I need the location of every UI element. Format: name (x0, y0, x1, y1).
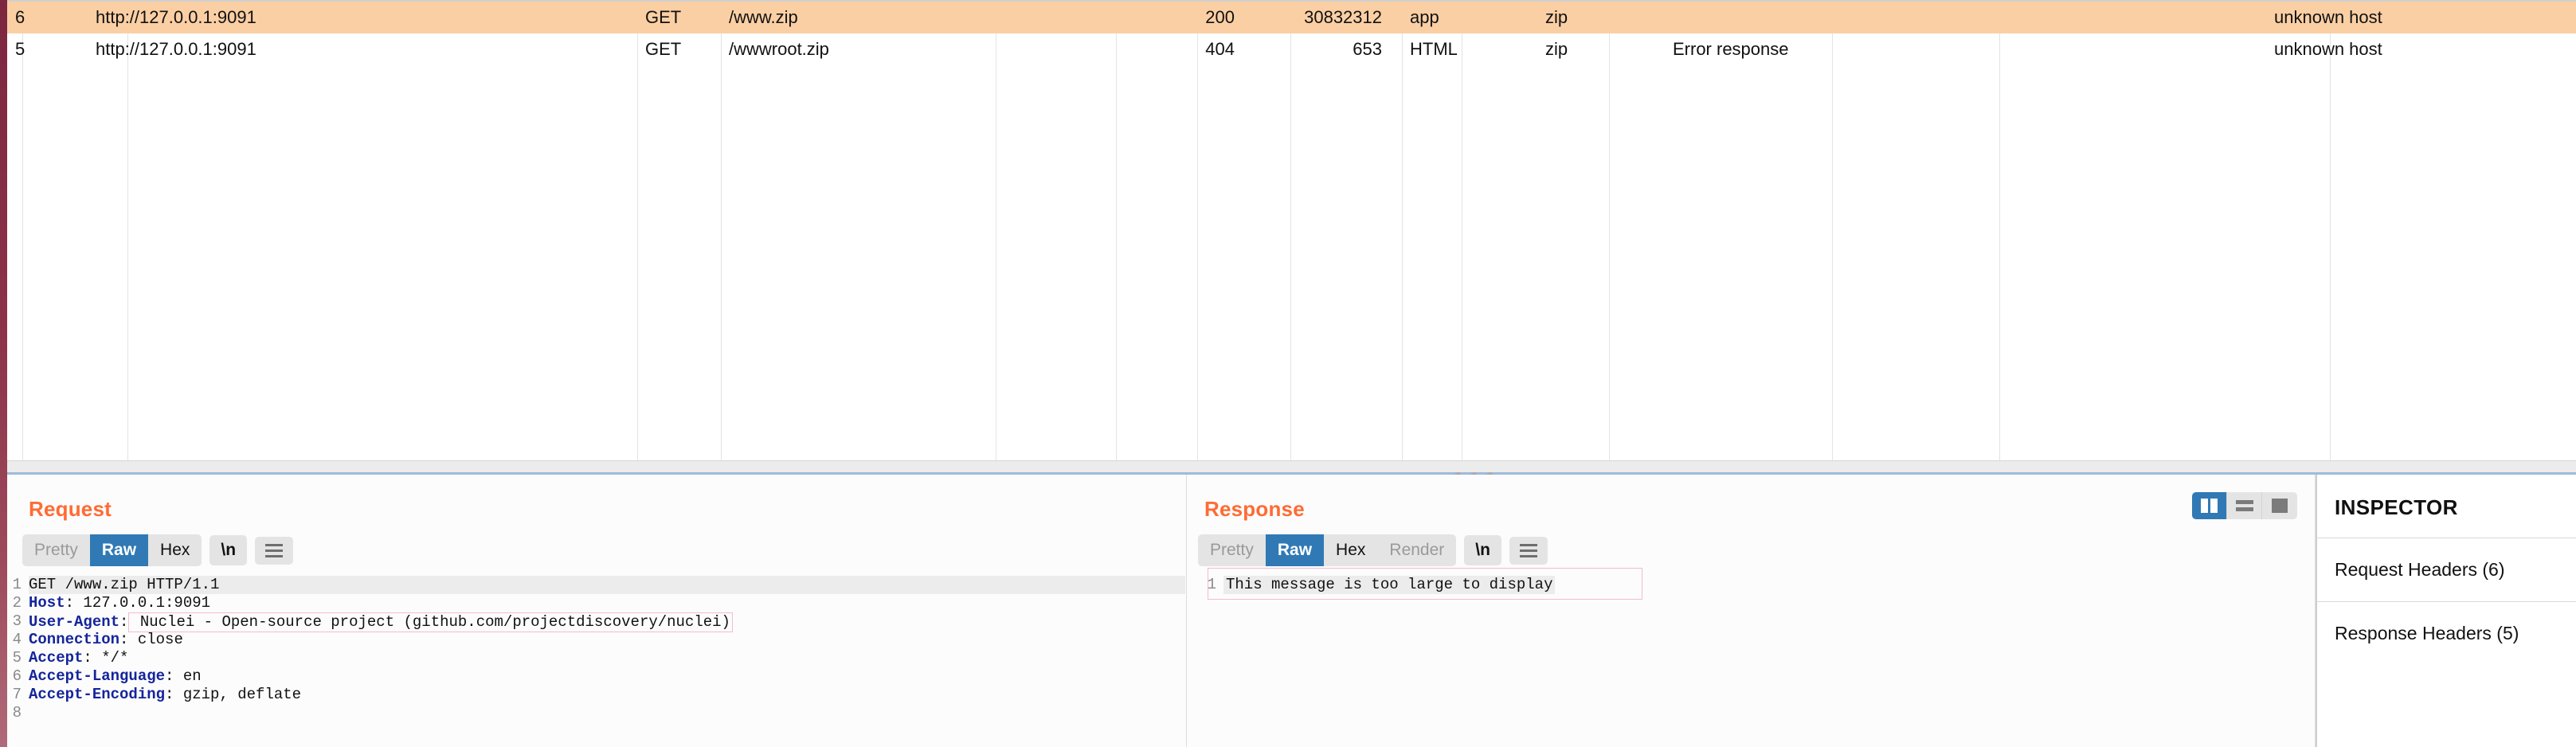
split-vertical-icon[interactable] (2192, 492, 2227, 519)
header-name: Host (29, 594, 65, 612)
cell-host: http://127.0.0.1:9091 (96, 39, 256, 59)
cell-mime: app (1410, 7, 1439, 27)
header-name: User-Agent (29, 613, 120, 632)
request-code-line: 4 Connection: close (2, 631, 1186, 649)
request-code-line: 5 Accept: */* (2, 649, 1186, 667)
request-view-tabs[interactable]: Pretty Raw Hex (22, 534, 202, 567)
cell-status: 200 (1205, 7, 1235, 27)
line-text: GET /www.zip HTTP/1.1 (29, 576, 1185, 595)
table-column-dividers (0, 2, 2576, 460)
response-view-tabs[interactable]: Pretty Raw Hex Render (1198, 534, 1457, 567)
request-newline-button[interactable]: \n (209, 535, 248, 566)
inspector-panel: INSPECTOR Request Headers (6) Response He… (2316, 475, 2576, 747)
request-code-line: 1 GET /www.zip HTTP/1.1 (2, 576, 1186, 595)
header-colon: : (165, 667, 174, 686)
line-text: Accept: */* (29, 649, 128, 667)
cell-ip: unknown host (2274, 7, 2382, 27)
request-code-line: 6 Accept-Language: en (2, 667, 1186, 686)
cell-id: 6 (15, 7, 25, 27)
request-code-editor[interactable]: 1 GET /www.zip HTTP/1.1 2 Host: 127.0.0.1:9… (0, 576, 1186, 722)
header-value: 127.0.0.1:9091 (74, 594, 211, 612)
response-tab-pretty[interactable]: Pretty (1198, 534, 1266, 566)
cell-host: http://127.0.0.1:9091 (96, 7, 256, 27)
response-tab-hex[interactable]: Hex (1324, 534, 1377, 566)
response-tab-render[interactable]: Render (1377, 534, 1456, 566)
cell-extension: zip (1545, 39, 1568, 59)
header-name: Accept-Encoding (29, 686, 166, 704)
header-value: close (128, 631, 183, 649)
cell-path: /www.zip (729, 7, 798, 27)
inspector-section[interactable]: Response Headers (5) (2317, 601, 2576, 665)
header-colon: : (119, 631, 129, 649)
request-code-line: 8 (2, 704, 1186, 722)
header-value: */* (92, 649, 129, 667)
response-code-line: 1 This message is too large to display (1196, 576, 2315, 595)
request-tab-hex[interactable]: Hex (148, 534, 202, 566)
cell-method: GET (645, 7, 682, 27)
hamburger-icon[interactable] (255, 536, 294, 565)
cell-id: 5 (15, 39, 25, 59)
request-tabbar[interactable]: Pretty Raw Hex \n (0, 522, 1186, 567)
header-value: en (174, 667, 202, 686)
header-colon: : (83, 649, 92, 667)
cell-method: GET (645, 39, 682, 59)
header-value: gzip, deflate (174, 686, 302, 704)
response-pane-title: Response (1204, 497, 1305, 521)
cell-path: /wwwroot.zip (729, 39, 829, 59)
cell-status: 404 (1205, 39, 1235, 59)
header-colon: : (165, 686, 174, 704)
line-text: Host: 127.0.0.1:9091 (29, 594, 210, 612)
cell-length: 30832312 (1304, 7, 1382, 27)
hamburger-icon[interactable] (1509, 536, 1548, 565)
horizontal-splitter[interactable] (0, 460, 2576, 479)
split-horizontal-icon[interactable] (2227, 492, 2262, 519)
request-tab-raw[interactable]: Raw (89, 534, 149, 567)
header-colon: : (65, 594, 75, 612)
message-editor-area: Request Pretty Raw Hex \n 1 GET /www.zip HT… (0, 475, 2576, 747)
cell-ip: unknown host (2274, 39, 2382, 59)
cell-length: 653 (1353, 39, 1382, 59)
header-value: Nuclei - Open-source project (github.com… (128, 612, 733, 633)
request-tab-pretty[interactable]: Pretty (22, 534, 90, 566)
left-accent-stripe (0, 0, 7, 747)
request-code-line: 3 User-Agent: Nuclei - Open-source projec… (2, 612, 1186, 633)
header-name: Accept (29, 649, 84, 667)
response-pane: Response Pretty Raw Hex Render \n 1 This mes… (1187, 475, 2316, 747)
response-code-editor[interactable]: 1 This message is too large to display (1187, 568, 2315, 600)
request-code-line: 2 Host: 127.0.0.1:9091 (2, 594, 1186, 612)
cell-title: Error response (1673, 39, 1789, 59)
line-number: 1 (1207, 576, 1216, 594)
response-newline-button[interactable]: \n (1464, 535, 1501, 566)
header-name: Connection (29, 631, 120, 649)
cell-extension: zip (1545, 7, 1568, 27)
inspector-section[interactable]: Request Headers (6) (2317, 538, 2576, 601)
response-tabbar[interactable]: Pretty Raw Hex Render \n (1187, 522, 2315, 567)
line-text: Connection: close (29, 631, 183, 649)
header-colon: : (119, 613, 129, 632)
view-mode-toggle-group[interactable] (2192, 492, 2297, 519)
line-text: User-Agent: Nuclei - Open-source project… (29, 612, 733, 633)
cell-mime: HTML (1410, 39, 1458, 59)
response-too-large-message: This message is too large to display (1223, 576, 1556, 595)
inspector-title: INSPECTOR (2335, 495, 2458, 519)
request-pane-title: Request (29, 497, 112, 521)
single-pane-icon[interactable] (2262, 492, 2297, 519)
header-name: Accept-Language (29, 667, 166, 686)
line-text: Accept-Language: en (29, 667, 202, 686)
line-text: Accept-Encoding: gzip, deflate (29, 686, 301, 704)
burp-proxy-history-window: 6 http://127.0.0.1:9091 GET/www.zip 200 3083… (0, 0, 2576, 747)
request-pane: Request Pretty Raw Hex \n 1 GET /www.zip HT… (0, 475, 1187, 747)
table-row[interactable]: 5 http://127.0.0.1:9091 GET/wwwroot.zip 404… (0, 33, 2576, 65)
response-tab-raw[interactable]: Raw (1265, 534, 1325, 567)
http-history-table[interactable]: 6 http://127.0.0.1:9091 GET/www.zip 200 3083… (0, 0, 2576, 460)
table-row[interactable]: 6 http://127.0.0.1:9091 GET/www.zip 200 3083… (0, 2, 2576, 33)
request-code-line: 7 Accept-Encoding: gzip, deflate (2, 686, 1186, 704)
